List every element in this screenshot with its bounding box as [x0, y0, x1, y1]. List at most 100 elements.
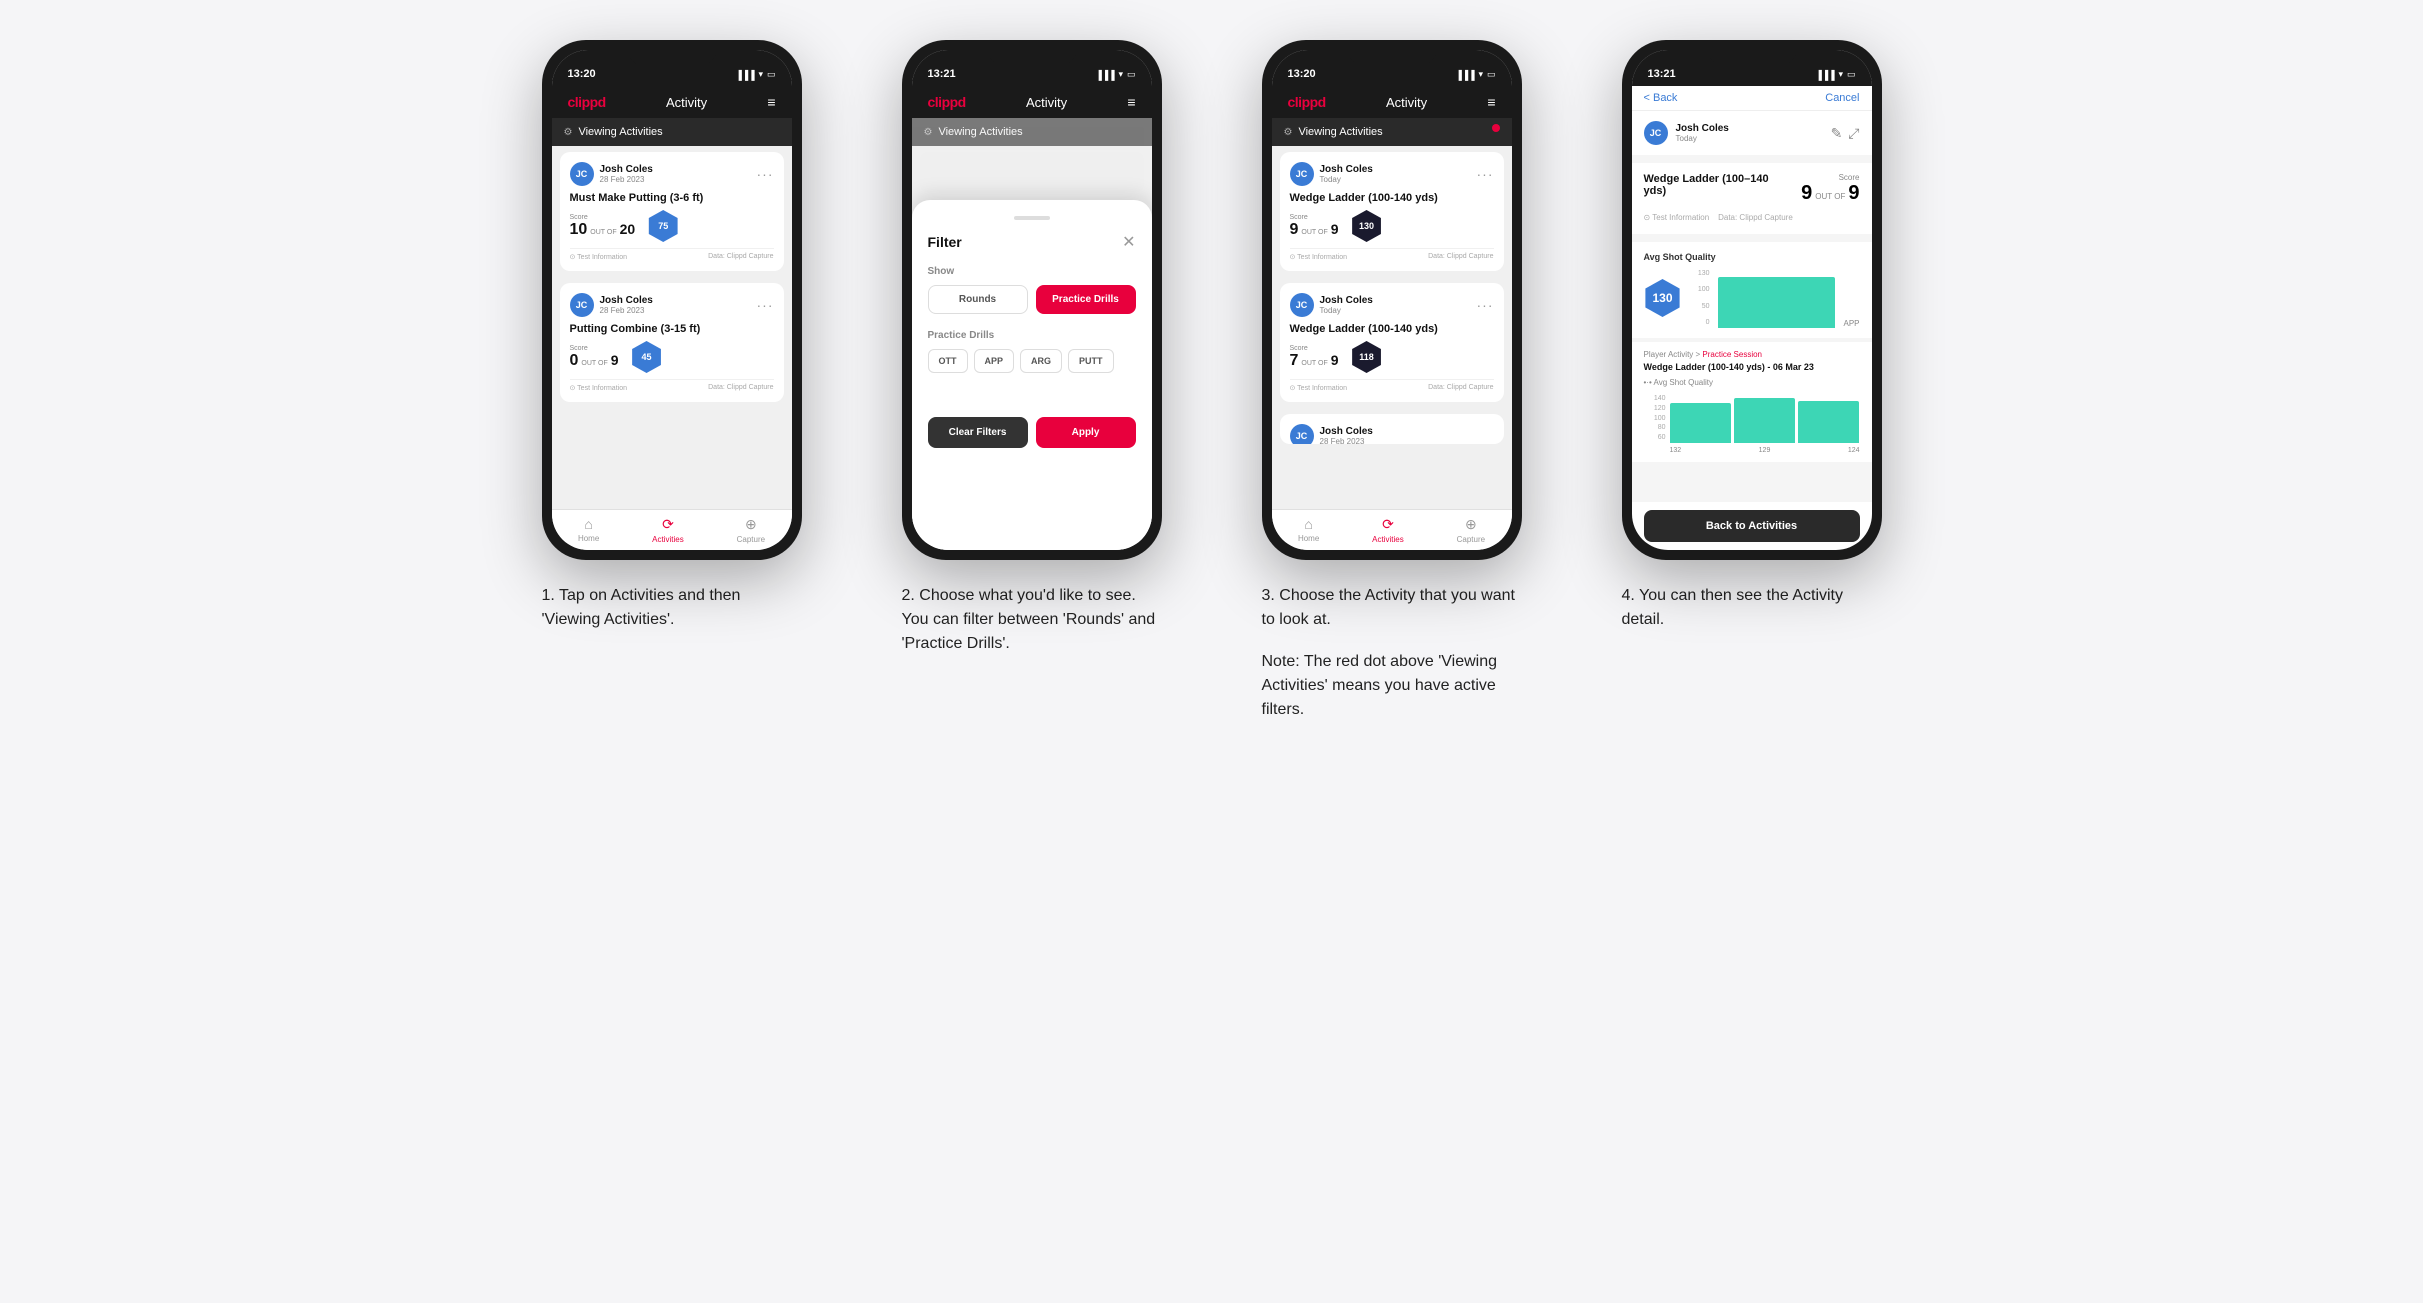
- step-2-column: 13:21 ▐▐▐ ▾ ▭ clippd Activity ≡ ⚙ Viewin…: [872, 40, 1192, 722]
- arg-pill[interactable]: ARG: [1020, 349, 1062, 373]
- score-label-1-1: Score: [570, 214, 636, 221]
- apply-button[interactable]: Apply: [1036, 417, 1136, 448]
- activity-card-1-2[interactable]: JC Josh Coles 28 Feb 2023 ··· Putting Co…: [560, 283, 784, 402]
- detail-header-card: JC Josh Coles Today ✎ ⤢: [1632, 111, 1872, 155]
- person-date-3-2: Today: [1320, 306, 1373, 315]
- expand-icon[interactable]: ⤢: [1848, 125, 1859, 142]
- status-time-3: 13:20: [1288, 68, 1316, 80]
- filter-close-button[interactable]: ✕: [1122, 232, 1135, 252]
- banner-text-1: Viewing Activities: [578, 126, 662, 138]
- more-dots-3-1[interactable]: ···: [1477, 166, 1494, 182]
- step-3-desc: 3. Choose the Activity that you want to …: [1262, 584, 1522, 722]
- activity-title-1-2: Putting Combine (3-15 ft): [570, 323, 774, 335]
- logo-3: clippd: [1288, 94, 1326, 110]
- activity-card-3-1[interactable]: JC Josh Coles Today ··· Wedge Ladder (10…: [1280, 152, 1504, 271]
- phone-screen-2: 13:21 ▐▐▐ ▾ ▭ clippd Activity ≡ ⚙ Viewin…: [912, 50, 1152, 550]
- score-value-3-2: 7: [1290, 352, 1299, 370]
- shots-value-1-2: 9: [611, 352, 619, 368]
- footer-right-3-2: Data: Clippd Capture: [1428, 384, 1493, 392]
- nav-home-1[interactable]: ⌂ Home: [578, 516, 599, 544]
- activity-card-1-1[interactable]: JC Josh Coles 28 Feb 2023 ··· Must Make …: [560, 152, 784, 271]
- card-header-1-2: JC Josh Coles 28 Feb 2023 ···: [570, 293, 774, 317]
- nav-bar-2: clippd Activity ≡: [912, 86, 1152, 118]
- ott-pill[interactable]: OTT: [928, 349, 968, 373]
- person-name-3-1: Josh Coles: [1320, 164, 1373, 175]
- detail-title-row: Wedge Ladder (100–140 yds) Score 9 OUT O…: [1644, 173, 1860, 205]
- edit-icon[interactable]: ✎: [1831, 125, 1843, 142]
- active-filter-dot-3: [1492, 124, 1500, 132]
- signal-icon-1: ▐▐▐: [735, 70, 754, 80]
- battery-icon-3: ▭: [1487, 69, 1496, 80]
- nav-activities-3[interactable]: ⟳ Activities: [1372, 516, 1404, 544]
- step-3-text-2: Note: The red dot above 'Viewing Activit…: [1262, 650, 1522, 722]
- mini-y-120: 120: [1644, 405, 1666, 412]
- mini-bars-container: [1670, 393, 1860, 443]
- filter-actions: Clear Filters Apply: [928, 417, 1136, 448]
- person-name-1-1: Josh Coles: [600, 164, 653, 175]
- footer-right-3-1: Data: Clippd Capture: [1428, 253, 1493, 261]
- menu-icon-2[interactable]: ≡: [1127, 94, 1135, 110]
- quality-badge-3-2: 118: [1351, 341, 1383, 373]
- phone-screen-3: 13:20 ▐▐▐ ▾ ▭ clippd Activity ≡ ⚙ Viewin…: [1272, 50, 1512, 550]
- activities-icon-3: ⟳: [1382, 516, 1394, 533]
- avatar-name-1-1: JC Josh Coles 28 Feb 2023: [570, 162, 653, 186]
- mini-bar-1: [1670, 403, 1731, 443]
- nav-title-2: Activity: [1026, 95, 1067, 110]
- session-link[interactable]: Practice Session: [1702, 350, 1762, 359]
- detail-nav: < Back Cancel: [1632, 86, 1872, 111]
- quality-badge-3-1: 130: [1351, 210, 1383, 242]
- menu-icon-1[interactable]: ≡: [767, 94, 775, 110]
- practice-drills-toggle[interactable]: Practice Drills: [1036, 285, 1136, 314]
- activity-card-3-3[interactable]: JC Josh Coles 28 Feb 2023: [1280, 414, 1504, 444]
- viewing-banner-2[interactable]: ⚙ Viewing Activities: [912, 118, 1152, 146]
- quality-hex-large: 130: [1644, 279, 1682, 317]
- bar-val-1: 132: [1670, 447, 1682, 454]
- phone-notch-4: [1707, 40, 1797, 66]
- viewing-banner-1[interactable]: ⚙ Viewing Activities: [552, 118, 792, 146]
- detail-action-icons: ✎ ⤢: [1831, 125, 1860, 142]
- more-dots-3-2[interactable]: ···: [1477, 297, 1494, 313]
- battery-icon-1: ▭: [767, 69, 776, 80]
- score-value-1-2: 0: [570, 352, 579, 370]
- viewing-banner-3[interactable]: ⚙ Viewing Activities: [1272, 118, 1512, 146]
- detail-person-date: Today: [1676, 134, 1729, 143]
- phone-3: 13:20 ▐▐▐ ▾ ▭ clippd Activity ≡ ⚙ Viewin…: [1262, 40, 1522, 560]
- activity-card-3-2[interactable]: JC Josh Coles Today ··· Wedge Ladder (10…: [1280, 283, 1504, 402]
- outof-1-1: OUT OF: [590, 229, 616, 236]
- avatar-3-2: JC: [1290, 293, 1314, 317]
- quality-badge-1-1: 75: [647, 210, 679, 242]
- more-dots-1-1[interactable]: ···: [757, 166, 774, 182]
- wifi-icon-3: ▾: [1478, 69, 1483, 80]
- card-footer-3-1: ⊙ Test Information Data: Clippd Capture: [1290, 248, 1494, 261]
- menu-icon-3[interactable]: ≡: [1487, 94, 1495, 110]
- step-2-desc: 2. Choose what you'd like to see. You ca…: [902, 584, 1162, 656]
- rounds-toggle[interactable]: Rounds: [928, 285, 1028, 314]
- nav-capture-1[interactable]: ⊕ Capture: [737, 516, 765, 544]
- app-pill[interactable]: APP: [974, 349, 1015, 373]
- putt-pill[interactable]: PUTT: [1068, 349, 1114, 373]
- score-label-1-2: Score: [570, 345, 619, 352]
- chart-bars: [1718, 268, 1836, 328]
- name-date-1-2: Josh Coles 28 Feb 2023: [600, 295, 653, 315]
- back-to-activities-button[interactable]: Back to Activities: [1644, 510, 1860, 542]
- nav-capture-3[interactable]: ⊕ Capture: [1457, 516, 1485, 544]
- cancel-button[interactable]: Cancel: [1825, 92, 1859, 104]
- footer-left-3-2: ⊙ Test Information: [1290, 384, 1347, 392]
- score-stat-col: Score 9 OUT OF 9: [1801, 173, 1859, 205]
- avatar-1-1: JC: [570, 162, 594, 186]
- back-button[interactable]: < Back: [1644, 92, 1678, 104]
- detail-person-row: JC Josh Coles Today: [1644, 121, 1729, 145]
- nav-home-3[interactable]: ⌂ Home: [1298, 516, 1319, 544]
- status-time-2: 13:21: [928, 68, 956, 80]
- clear-filters-button[interactable]: Clear Filters: [928, 417, 1028, 448]
- score-value-1-1: 10: [570, 221, 588, 239]
- wifi-icon-1: ▾: [758, 69, 763, 80]
- avatar-name-1-2: JC Josh Coles 28 Feb 2023: [570, 293, 653, 317]
- step-2-text: 2. Choose what you'd like to see. You ca…: [902, 584, 1162, 656]
- banner-text-3: Viewing Activities: [1298, 126, 1382, 138]
- nav-activities-1[interactable]: ⟳ Activities: [652, 516, 684, 544]
- person-date-3-1: Today: [1320, 175, 1373, 184]
- more-dots-1-2[interactable]: ···: [757, 297, 774, 313]
- stat-group-3-1: Score 9 OUT OF 9: [1290, 214, 1339, 239]
- mini-y-axis: 140 120 100 80 60: [1644, 393, 1666, 443]
